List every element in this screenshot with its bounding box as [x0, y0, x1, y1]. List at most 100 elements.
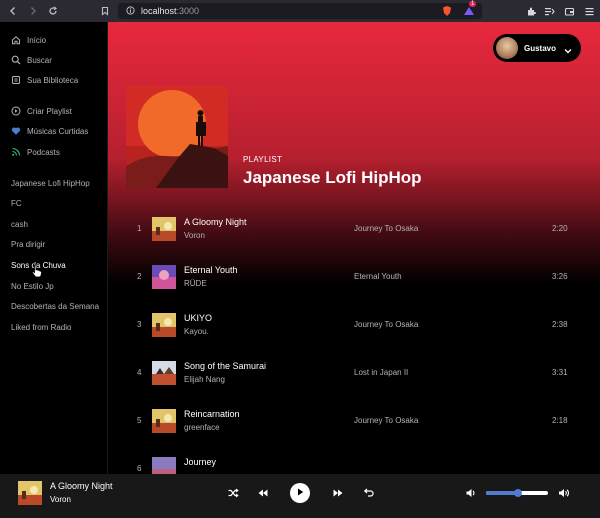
track-album[interactable]: Journey To Osaka [354, 416, 418, 425]
site-info-icon[interactable] [126, 2, 135, 20]
play-button[interactable] [290, 483, 310, 503]
table-row[interactable]: 3 UKIYO Kayou. Journey To Osaka 2:38 [108, 302, 600, 350]
forward-icon[interactable] [26, 4, 40, 18]
track-title[interactable]: Reincarnation [184, 409, 240, 419]
table-row[interactable]: 6 Journey [108, 446, 600, 474]
track-thumbnail [152, 361, 176, 385]
track-number: 3 [137, 320, 142, 329]
avatar [496, 37, 518, 59]
sidebar-playlist-item[interactable]: FC [11, 199, 22, 208]
main-content: Gustavo PLAYLIST Japanese Lofi HipHop 1 … [108, 22, 600, 474]
track-artist[interactable]: Voron [184, 231, 205, 240]
sidebar-playlist-item[interactable]: No Estilo Jp [11, 282, 54, 291]
create-playlist-button[interactable]: Criar Playlist [11, 104, 72, 118]
podcasts-link[interactable]: Podcasts [11, 145, 60, 159]
user-menu-button[interactable]: Gustavo [493, 34, 581, 62]
sidebar-playlist-item[interactable]: Liked from Radio [11, 323, 71, 332]
sidebar-item-label: Buscar [27, 55, 52, 65]
track-album[interactable]: Journey To Osaka [354, 320, 418, 329]
sidebar-playlist-item[interactable]: cash [11, 220, 28, 229]
track-duration: 3:26 [552, 272, 568, 281]
track-title[interactable]: Journey [184, 457, 216, 467]
track-album[interactable]: Eternal Youth [354, 272, 402, 281]
sidebar-item-home[interactable]: Início [11, 33, 46, 47]
track-number: 6 [137, 464, 142, 473]
playlist-cover-art [126, 86, 228, 188]
table-row[interactable]: 5 Reincarnation greenface Journey To Osa… [108, 398, 600, 446]
reading-list-icon[interactable] [542, 4, 556, 18]
page-title: Japanese Lofi HipHop [243, 168, 422, 187]
next-icon[interactable] [331, 486, 345, 500]
sidebar-item-label: Podcasts [27, 147, 60, 157]
chevron-down-icon [563, 43, 573, 61]
track-number: 1 [137, 224, 142, 233]
track-duration: 2:18 [552, 416, 568, 425]
track-number: 5 [137, 416, 142, 425]
sidebar-playlist-item[interactable]: Descobertas da Semana [11, 302, 99, 311]
volume-slider[interactable] [486, 489, 548, 497]
now-playing-thumbnail [18, 481, 42, 505]
table-row[interactable]: 2 Eternal Youth RÜDE Eternal Youth 3:26 [108, 254, 600, 302]
track-title[interactable]: UKIYO [184, 313, 212, 323]
home-icon [11, 35, 21, 45]
sidebar-playlist-item[interactable]: Japanese Lofi HipHop [11, 179, 90, 188]
sidebar-item-library[interactable]: Sua Biblioteca [11, 73, 78, 87]
playlist-type-label: PLAYLIST [243, 155, 283, 164]
sidebar-item-label: Início [27, 35, 47, 45]
rewards-icon[interactable]: 1 [462, 1, 477, 18]
table-row[interactable]: 4 Song of the Samurai Elijah Nang Lost i… [108, 350, 600, 398]
table-row[interactable]: 1 A Gloomy Night Voron Journey To Osaka … [108, 206, 600, 254]
bookmark-icon[interactable] [98, 4, 112, 18]
notification-badge: 1 [469, 1, 477, 7]
player-bar: A Gloomy Night Voron [0, 474, 600, 518]
track-artist[interactable]: RÜDE [184, 279, 207, 288]
now-playing-title[interactable]: A Gloomy Night [50, 481, 113, 491]
track-thumbnail [152, 313, 176, 337]
track-album[interactable]: Journey To Osaka [354, 224, 418, 233]
play-icon [295, 484, 305, 502]
volume-high-icon[interactable] [557, 486, 571, 500]
track-title[interactable]: Song of the Samurai [184, 361, 266, 371]
track-thumbnail [152, 217, 176, 241]
search-icon [11, 55, 21, 65]
track-thumbnail [152, 457, 176, 474]
track-number: 4 [137, 368, 142, 377]
track-number: 2 [137, 272, 142, 281]
track-duration: 2:20 [552, 224, 568, 233]
user-name: Gustavo [524, 43, 557, 53]
menu-icon[interactable] [582, 4, 596, 18]
extensions-icon[interactable] [524, 4, 538, 18]
volume-handle[interactable] [514, 489, 522, 497]
track-thumbnail [152, 265, 176, 289]
hand-cursor-icon [31, 264, 43, 283]
previous-icon[interactable] [256, 486, 270, 500]
track-duration: 3:31 [552, 368, 568, 377]
add-circle-icon [11, 106, 21, 116]
back-icon[interactable] [6, 4, 20, 18]
track-thumbnail [152, 409, 176, 433]
liked-songs-link[interactable]: Músicas Curtidas [11, 124, 88, 138]
sidebar-item-label: Sua Biblioteca [27, 75, 79, 85]
track-artist[interactable]: Kayou. [184, 327, 209, 336]
volume-low-icon[interactable] [464, 486, 478, 500]
track-artist[interactable]: greenface [184, 423, 220, 432]
sidebar-item-label: Músicas Curtidas [27, 126, 89, 136]
track-duration: 2:38 [552, 320, 568, 329]
library-icon [11, 75, 21, 85]
track-title[interactable]: Eternal Youth [184, 265, 238, 275]
repeat-icon[interactable] [362, 486, 376, 500]
sidebar-playlist-item[interactable]: Pra dirigir [11, 240, 45, 249]
now-playing-artist[interactable]: Voron [50, 495, 71, 504]
track-album[interactable]: Lost in Japan II [354, 368, 408, 377]
rss-icon [11, 147, 21, 157]
brave-shield-icon[interactable] [440, 4, 454, 18]
track-artist[interactable]: Elijah Nang [184, 375, 225, 384]
sidebar: Início Buscar Sua Biblioteca Criar Playl… [0, 22, 108, 474]
wallet-icon[interactable] [562, 4, 576, 18]
shuffle-icon[interactable] [226, 486, 240, 500]
reload-icon[interactable] [46, 4, 60, 18]
track-title[interactable]: A Gloomy Night [184, 217, 247, 227]
url-text: localhost:3000 [141, 6, 200, 16]
address-bar[interactable]: localhost:3000 [118, 3, 482, 19]
sidebar-item-search[interactable]: Buscar [11, 53, 52, 67]
